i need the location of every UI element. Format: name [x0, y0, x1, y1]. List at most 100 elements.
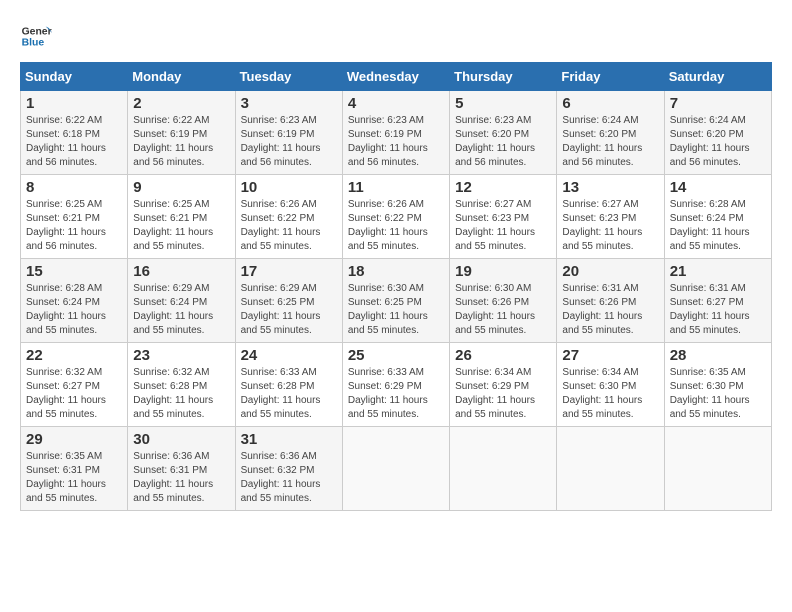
day-number: 1 [26, 95, 122, 112]
day-detail: Sunrise: 6:30 AMSunset: 6:26 PMDaylight:… [455, 282, 551, 338]
calendar-cell: 19 Sunrise: 6:30 AMSunset: 6:26 PMDayligh… [450, 259, 557, 343]
calendar-table: SundayMondayTuesdayWednesdayThursdayFrid… [20, 62, 772, 511]
calendar-cell: 24Sunrise: 6:33 AMSunset: 6:28 PMDayligh… [235, 343, 342, 427]
day-detail: Sunrise: 6:28 AMSunset: 6:24 PMDaylight:… [26, 282, 122, 338]
day-detail: Sunrise: 6:25 AMSunset: 6:21 PMDaylight:… [133, 198, 229, 254]
day-number: 25 [348, 347, 444, 364]
calendar-cell: 16 Sunrise: 6:29 AMSunset: 6:24 PMDayligh… [128, 259, 235, 343]
calendar-cell: 2 Sunrise: 6:22 AMSunset: 6:19 PMDaylight… [128, 91, 235, 175]
calendar-cell: 26 Sunrise: 6:34 AMSunset: 6:29 PMDayligh… [450, 343, 557, 427]
calendar-cell: 14 Sunrise: 6:28 AMSunset: 6:24 PMDayligh… [664, 175, 771, 259]
day-number: 13 [562, 179, 658, 196]
day-number: 3 [241, 95, 337, 112]
day-detail: Sunrise: 6:27 AMSunset: 6:23 PMDaylight:… [562, 198, 658, 254]
calendar-cell: 17 Sunrise: 6:29 AMSunset: 6:25 PMDayligh… [235, 259, 342, 343]
day-number: 22 [26, 347, 122, 364]
day-number: 14 [670, 179, 766, 196]
day-number: 23 [133, 347, 229, 364]
calendar-header-row: SundayMondayTuesdayWednesdayThursdayFrid… [21, 63, 772, 91]
day-number: 26 [455, 347, 551, 364]
calendar-cell [450, 427, 557, 511]
day-number: 31 [241, 431, 337, 448]
day-detail: Sunrise: 6:36 AMSunset: 6:31 PMDaylight:… [133, 450, 229, 506]
day-number: 9 [133, 179, 229, 196]
day-number: 28 [670, 347, 766, 364]
day-detail: Sunrise: 6:34 AMSunset: 6:29 PMDaylight:… [455, 366, 551, 422]
calendar-cell: 21 Sunrise: 6:31 AMSunset: 6:27 PMDayligh… [664, 259, 771, 343]
week-row-5: 29 Sunrise: 6:35 AMSunset: 6:31 PMDayligh… [21, 427, 772, 511]
day-number: 7 [670, 95, 766, 112]
calendar-cell: 1Sunrise: 6:22 AMSunset: 6:18 PMDaylight… [21, 91, 128, 175]
day-detail: Sunrise: 6:26 AMSunset: 6:22 PMDaylight:… [241, 198, 337, 254]
day-detail: Sunrise: 6:31 AMSunset: 6:27 PMDaylight:… [670, 282, 766, 338]
day-number: 10 [241, 179, 337, 196]
day-number: 30 [133, 431, 229, 448]
day-number: 21 [670, 263, 766, 280]
day-detail: Sunrise: 6:27 AMSunset: 6:23 PMDaylight:… [455, 198, 551, 254]
day-detail: Sunrise: 6:26 AMSunset: 6:22 PMDaylight:… [348, 198, 444, 254]
day-detail: Sunrise: 6:29 AMSunset: 6:25 PMDaylight:… [241, 282, 337, 338]
calendar-cell: 15 Sunrise: 6:28 AMSunset: 6:24 PMDayligh… [21, 259, 128, 343]
calendar-cell: 25 Sunrise: 6:33 AMSunset: 6:29 PMDayligh… [342, 343, 449, 427]
day-detail: Sunrise: 6:23 AMSunset: 6:20 PMDaylight:… [455, 114, 551, 170]
day-detail: Sunrise: 6:29 AMSunset: 6:24 PMDaylight:… [133, 282, 229, 338]
day-detail: Sunrise: 6:33 AMSunset: 6:29 PMDaylight:… [348, 366, 444, 422]
day-detail: Sunrise: 6:32 AMSunset: 6:27 PMDaylight:… [26, 366, 122, 422]
calendar-cell: 3 Sunrise: 6:23 AMSunset: 6:19 PMDaylight… [235, 91, 342, 175]
day-detail: Sunrise: 6:31 AMSunset: 6:26 PMDaylight:… [562, 282, 658, 338]
day-detail: Sunrise: 6:30 AMSunset: 6:25 PMDaylight:… [348, 282, 444, 338]
week-row-1: 1Sunrise: 6:22 AMSunset: 6:18 PMDaylight… [21, 91, 772, 175]
day-detail: Sunrise: 6:23 AMSunset: 6:19 PMDaylight:… [241, 114, 337, 170]
day-detail: Sunrise: 6:35 AMSunset: 6:30 PMDaylight:… [670, 366, 766, 422]
calendar-cell [342, 427, 449, 511]
page-header: General Blue [20, 20, 772, 52]
day-number: 12 [455, 179, 551, 196]
logo: General Blue [20, 20, 52, 52]
calendar-cell: 20 Sunrise: 6:31 AMSunset: 6:26 PMDayligh… [557, 259, 664, 343]
calendar-cell: 7 Sunrise: 6:24 AMSunset: 6:20 PMDaylight… [664, 91, 771, 175]
calendar-cell: 10 Sunrise: 6:26 AMSunset: 6:22 PMDayligh… [235, 175, 342, 259]
calendar-cell: 5 Sunrise: 6:23 AMSunset: 6:20 PMDaylight… [450, 91, 557, 175]
calendar-cell: 27Sunrise: 6:34 AMSunset: 6:30 PMDayligh… [557, 343, 664, 427]
day-number: 20 [562, 263, 658, 280]
day-detail: Sunrise: 6:35 AMSunset: 6:31 PMDaylight:… [26, 450, 122, 506]
calendar-cell: 29 Sunrise: 6:35 AMSunset: 6:31 PMDayligh… [21, 427, 128, 511]
day-number: 17 [241, 263, 337, 280]
day-detail: Sunrise: 6:36 AMSunset: 6:32 PMDaylight:… [241, 450, 337, 506]
logo-icon: General Blue [20, 20, 52, 52]
day-number: 6 [562, 95, 658, 112]
week-row-4: 22 Sunrise: 6:32 AMSunset: 6:27 PMDayligh… [21, 343, 772, 427]
calendar-cell: 9 Sunrise: 6:25 AMSunset: 6:21 PMDaylight… [128, 175, 235, 259]
calendar-cell: 18 Sunrise: 6:30 AMSunset: 6:25 PMDayligh… [342, 259, 449, 343]
day-number: 16 [133, 263, 229, 280]
day-header-friday: Friday [557, 63, 664, 91]
day-header-monday: Monday [128, 63, 235, 91]
day-number: 18 [348, 263, 444, 280]
day-header-sunday: Sunday [21, 63, 128, 91]
calendar-cell [557, 427, 664, 511]
day-detail: Sunrise: 6:33 AMSunset: 6:28 PMDaylight:… [241, 366, 337, 422]
day-header-wednesday: Wednesday [342, 63, 449, 91]
calendar-cell: 11Sunrise: 6:26 AMSunset: 6:22 PMDayligh… [342, 175, 449, 259]
day-header-tuesday: Tuesday [235, 63, 342, 91]
week-row-3: 15 Sunrise: 6:28 AMSunset: 6:24 PMDayligh… [21, 259, 772, 343]
day-number: 29 [26, 431, 122, 448]
day-detail: Sunrise: 6:28 AMSunset: 6:24 PMDaylight:… [670, 198, 766, 254]
day-number: 8 [26, 179, 122, 196]
calendar-cell: 30 Sunrise: 6:36 AMSunset: 6:31 PMDayligh… [128, 427, 235, 511]
day-number: 15 [26, 263, 122, 280]
calendar-cell: 8Sunrise: 6:25 AMSunset: 6:21 PMDaylight… [21, 175, 128, 259]
day-number: 2 [133, 95, 229, 112]
calendar-cell: 23Sunrise: 6:32 AMSunset: 6:28 PMDayligh… [128, 343, 235, 427]
calendar-cell: 22 Sunrise: 6:32 AMSunset: 6:27 PMDayligh… [21, 343, 128, 427]
day-detail: Sunrise: 6:24 AMSunset: 6:20 PMDaylight:… [670, 114, 766, 170]
calendar-cell [664, 427, 771, 511]
day-number: 19 [455, 263, 551, 280]
calendar-cell: 4Sunrise: 6:23 AMSunset: 6:19 PMDaylight… [342, 91, 449, 175]
day-number: 5 [455, 95, 551, 112]
day-header-thursday: Thursday [450, 63, 557, 91]
week-row-2: 8 Sunrise: 6:25 AMSunset: 6:21 PMDaylight… [21, 175, 772, 259]
calendar-cell: 12 Sunrise: 6:27 AMSunset: 6:23 PMDayligh… [450, 175, 557, 259]
calendar-cell: 13 Sunrise: 6:27 AMSunset: 6:23 PMDayligh… [557, 175, 664, 259]
day-detail: Sunrise: 6:22 AMSunset: 6:19 PMDaylight:… [133, 114, 229, 170]
